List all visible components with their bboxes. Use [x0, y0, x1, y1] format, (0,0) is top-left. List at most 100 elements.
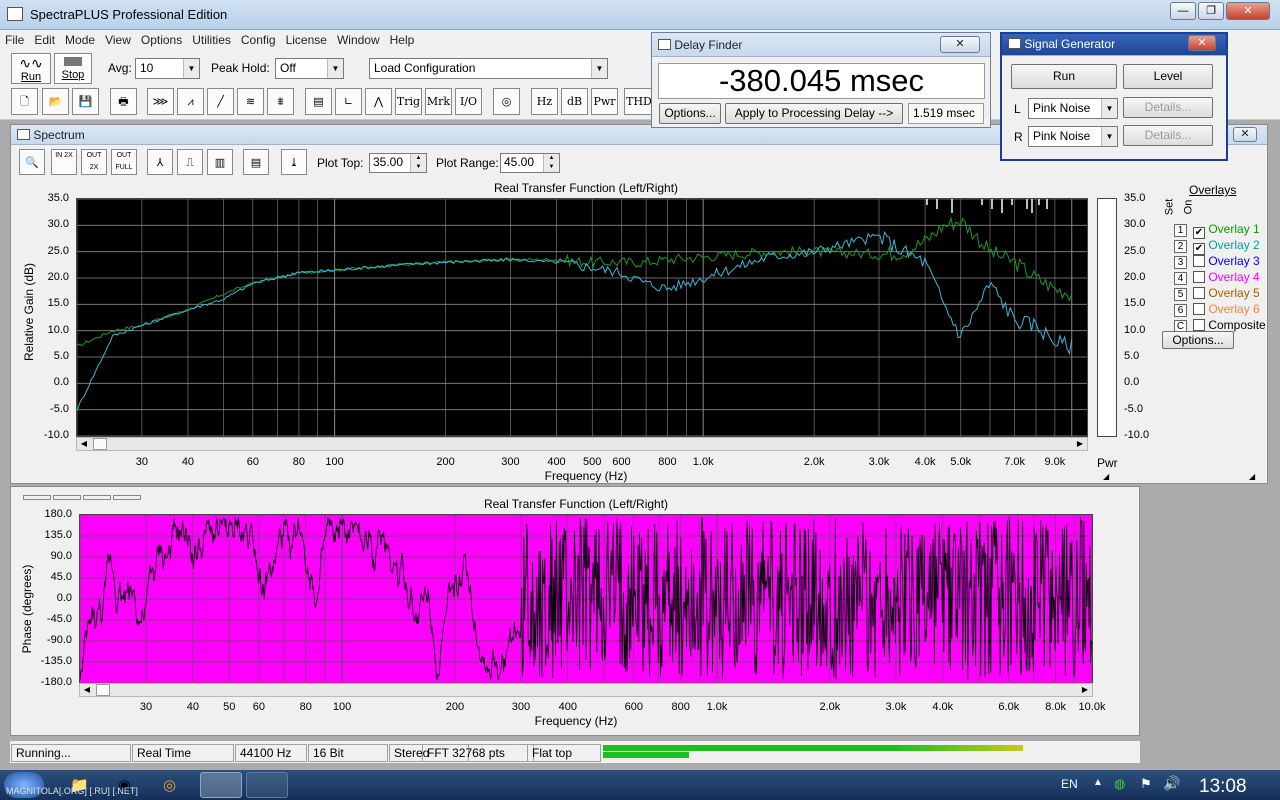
tray-expand-icon[interactable]: ▲ — [1093, 777, 1103, 788]
spinner-icon[interactable]: ▲ ▼ — [410, 154, 426, 172]
io-button[interactable]: I/O — [455, 88, 482, 115]
phase-plot[interactable] — [79, 514, 1093, 684]
menu-item-window[interactable]: Window — [332, 30, 385, 50]
maximize-button[interactable]: ❐ — [1198, 2, 1224, 20]
overlay-row[interactable]: 2 ✔ Overlay 2 — [1174, 238, 1260, 255]
save-icon[interactable]: 💾 — [72, 88, 99, 115]
network-icon[interactable]: ◍ — [1114, 776, 1125, 792]
avg-select[interactable]: 10 ▼ — [135, 58, 200, 79]
flag-icon[interactable]: ⚑ — [1140, 776, 1152, 792]
peak-mode-icon[interactable]: ⅄ — [147, 149, 173, 175]
step-mode-icon[interactable]: ⎍ — [177, 149, 203, 175]
menu-item-mode[interactable]: Mode — [60, 30, 100, 50]
overlay-options-button[interactable]: Options... — [1162, 331, 1234, 349]
overlay-set-button[interactable]: 3 — [1174, 256, 1187, 269]
overlay-checkbox[interactable] — [1193, 271, 1205, 283]
overlay-row[interactable]: 5 Overlay 5 — [1174, 286, 1260, 301]
menu-item-utilities[interactable]: Utilities — [187, 30, 236, 50]
taskbar-spectraplus[interactable] — [200, 772, 242, 798]
volume-icon[interactable]: 🔊 — [1163, 775, 1180, 792]
display-settings-icon[interactable]: ▤ — [305, 88, 332, 115]
peak-icon[interactable]: ⋀ — [365, 88, 392, 115]
clock[interactable]: 13:08 — [1199, 776, 1247, 798]
scroll-thumb[interactable] — [93, 438, 107, 450]
scroll-left-icon[interactable]: ◀ — [80, 684, 94, 696]
run-button[interactable]: ∿∿ Run — [11, 53, 51, 84]
signal-generator-icon[interactable]: ◎ — [493, 88, 520, 115]
spectrogram-icon[interactable]: ≋ — [237, 88, 264, 115]
menu-item-file[interactable]: File — [0, 30, 29, 50]
db-button[interactable]: dB — [561, 88, 588, 115]
menu-item-edit[interactable]: Edit — [29, 30, 60, 50]
overlay-set-button[interactable]: 5 — [1174, 288, 1187, 301]
overlay-set-button[interactable]: 4 — [1174, 272, 1187, 285]
overlay-set-button[interactable]: 2 — [1174, 240, 1187, 253]
menu-item-help[interactable]: Help — [385, 30, 420, 50]
scroll-thumb[interactable] — [96, 684, 110, 696]
menu-item-config[interactable]: Config — [236, 30, 281, 50]
minimize-button[interactable]: — — [1170, 2, 1196, 20]
overlay-set-button[interactable]: 6 — [1174, 304, 1187, 317]
axis-icon[interactable]: ∟ — [335, 88, 362, 115]
delay-finder-close-button[interactable]: ✕ — [940, 36, 980, 53]
stop-button[interactable]: Stop — [54, 53, 92, 84]
spectrum-close-button[interactable]: ✕ — [1233, 127, 1257, 142]
left-signal-select[interactable]: Pink Noise ▼ — [1028, 98, 1118, 119]
overlay-row[interactable]: C Composite — [1174, 318, 1266, 333]
close-button[interactable]: ✕ — [1226, 2, 1270, 20]
overlay-row[interactable]: 6 Overlay 6 — [1174, 302, 1260, 317]
right-details-button[interactable]: Details... — [1123, 125, 1213, 146]
menu-item-license[interactable]: License — [281, 30, 332, 50]
overlay-row[interactable]: 4 Overlay 4 — [1174, 270, 1260, 285]
zoom-out-2x-button[interactable]: OUT 2X — [81, 149, 107, 175]
plot-range-input[interactable]: 45.00 ▲ ▼ — [500, 153, 560, 173]
menu-item-options[interactable]: Options — [136, 30, 187, 50]
taskbar-app2[interactable] — [246, 772, 288, 798]
marker-button[interactable]: Mrk — [425, 88, 452, 115]
config-select[interactable]: Load Configuration ▼ — [369, 58, 608, 79]
phase-scrollbar[interactable]: ◀ ▶ — [79, 683, 1093, 697]
new-file-icon[interactable]: 🗋 — [11, 88, 38, 115]
signal-generator-close-button[interactable]: ✕ — [1188, 35, 1216, 51]
print-icon[interactable]: 🖶 — [110, 88, 137, 115]
plot-settings-icon[interactable]: ▤ — [243, 149, 269, 175]
language-indicator[interactable]: EN — [1061, 777, 1078, 791]
scroll-left-icon[interactable]: ◀ — [77, 438, 91, 450]
spectrum-mode-icon[interactable]: ⩘ — [177, 88, 204, 115]
spectrum-plot[interactable] — [76, 198, 1088, 437]
overlay-checkbox[interactable] — [1193, 303, 1205, 315]
hz-button[interactable]: Hz — [531, 88, 558, 115]
generator-level-button[interactable]: Level — [1123, 64, 1213, 89]
overlay-checkbox[interactable] — [1193, 287, 1205, 299]
browser-icon[interactable]: ◎ — [163, 776, 176, 794]
peak-hold-select[interactable]: Off ▼ — [275, 58, 344, 79]
thd-button[interactable]: THD — [624, 88, 654, 115]
delay-options-button[interactable]: Options... — [659, 103, 721, 124]
overlay-checkbox[interactable] — [1193, 255, 1205, 267]
scroll-right-icon[interactable]: ▶ — [1078, 684, 1092, 696]
plot-top-input[interactable]: 35.00 ▲ ▼ — [369, 153, 427, 173]
trigger-button[interactable]: Trig — [395, 88, 422, 115]
apply-processing-delay-button[interactable]: Apply to Processing Delay --> — [725, 103, 903, 124]
3d-surface-icon[interactable]: ⩩ — [267, 88, 294, 115]
zoom-in-2x-button[interactable]: IN 2X — [51, 149, 77, 175]
autoscale-icon[interactable]: ⤓ — [281, 149, 307, 175]
generator-run-button[interactable]: Run — [1011, 64, 1117, 89]
left-details-button[interactable]: Details... — [1123, 97, 1213, 118]
right-signal-select[interactable]: Pink Noise ▼ — [1028, 126, 1118, 147]
spectrum-scrollbar[interactable]: ◀ ▶ — [76, 437, 1088, 451]
zoom-out-full-button[interactable]: OUT FULL — [111, 149, 137, 175]
fast-forward-icon[interactable]: ⋙ — [147, 88, 174, 115]
scroll-right-icon[interactable]: ▶ — [1073, 438, 1087, 450]
open-folder-icon[interactable]: 📂 — [42, 88, 69, 115]
zoom-icon[interactable]: 🔍 — [19, 149, 45, 175]
pwr-button[interactable]: Pwr — [591, 88, 618, 115]
menu-item-view[interactable]: View — [100, 30, 136, 50]
overlay-row[interactable]: 3 Overlay 3 — [1174, 254, 1260, 269]
overlay-row[interactable]: 1 ✔ Overlay 1 — [1174, 222, 1260, 239]
overlay-checkbox[interactable] — [1193, 319, 1205, 331]
time-series-icon[interactable]: ╱ — [207, 88, 234, 115]
bar-mode-icon[interactable]: ▥ — [207, 149, 233, 175]
spinner-icon[interactable]: ▲ ▼ — [543, 154, 559, 172]
overlay-set-button[interactable]: 1 — [1174, 224, 1187, 237]
